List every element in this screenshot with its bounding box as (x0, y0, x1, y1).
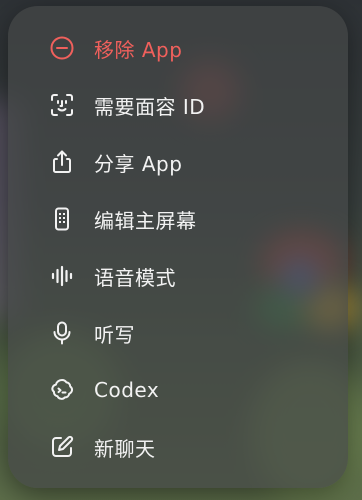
voice-mode-menu-item[interactable]: 语音模式 (8, 248, 348, 304)
microphone-icon (46, 317, 78, 349)
dictation-label: 听写 (94, 322, 135, 347)
phone-edit-icon (46, 203, 78, 235)
face-id-icon (46, 89, 78, 121)
require-face-id-label: 需要面容 ID (94, 94, 206, 119)
edit-home-screen-menu-item[interactable]: 编辑主屏幕 (8, 191, 348, 247)
share-app-menu-item[interactable]: 分享 App (8, 134, 348, 190)
voice-mode-label: 语音模式 (94, 265, 176, 290)
new-chat-menu-item[interactable]: 新聊天 (8, 419, 348, 475)
share-app-label: 分享 App (94, 151, 183, 176)
edit-home-screen-label: 编辑主屏幕 (94, 208, 197, 233)
codex-icon (46, 374, 78, 406)
new-chat-label: 新聊天 (94, 436, 156, 461)
require-face-id-menu-item[interactable]: 需要面容 ID (8, 77, 348, 133)
remove-app-label: 移除 App (94, 37, 183, 62)
remove-app-menu-item[interactable]: 移除 App (8, 20, 348, 76)
dictation-menu-item[interactable]: 听写 (8, 305, 348, 361)
codex-menu-item[interactable]: Codex (8, 362, 348, 418)
share-icon (46, 146, 78, 178)
compose-icon (46, 431, 78, 463)
minus-circle-icon (46, 32, 78, 64)
codex-label: Codex (94, 378, 160, 402)
waveform-icon (46, 260, 78, 292)
app-context-menu: 移除 App 需要面容 ID 分享 App 编辑主屏幕 语音模式 听写 Code… (8, 6, 348, 488)
